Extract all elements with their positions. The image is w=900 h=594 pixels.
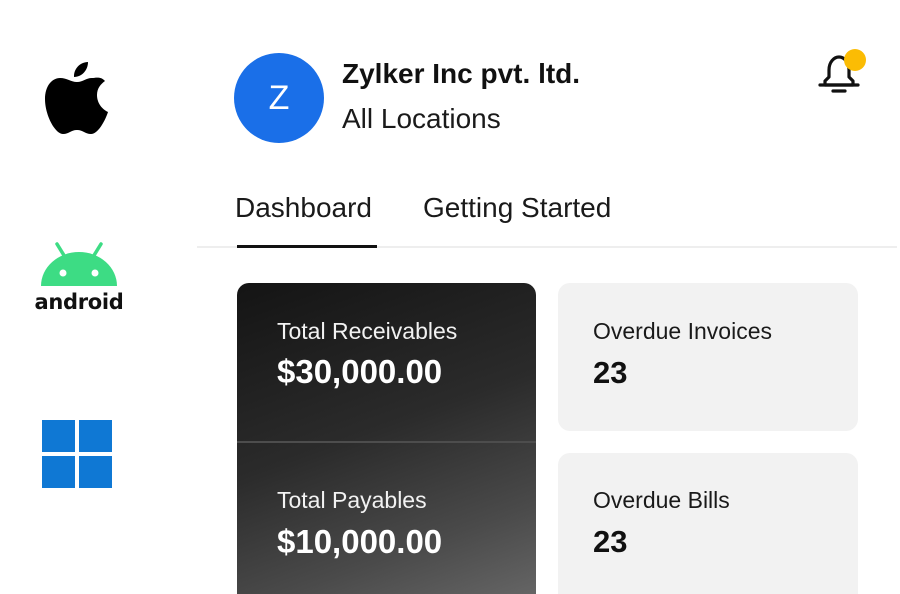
notification-button[interactable] xyxy=(814,48,868,102)
receivables-payables-card[interactable]: Total Receivables $30,000.00 Total Payab… xyxy=(237,283,536,594)
total-receivables-label: Total Receivables xyxy=(277,318,458,344)
tab-bar: Dashboard Getting Started xyxy=(197,190,897,248)
organization-avatar[interactable]: Z xyxy=(234,53,324,143)
notification-dot xyxy=(844,49,866,71)
overdue-invoices-label: Overdue Invoices xyxy=(593,318,772,344)
avatar-initial: Z xyxy=(268,78,290,117)
overdue-bills-card[interactable]: Overdue Bills 23 xyxy=(558,453,858,594)
overdue-bills-label: Overdue Bills xyxy=(593,487,730,513)
windows-icon xyxy=(42,420,112,488)
card-divider xyxy=(237,441,536,443)
app-screen: android Z Zylker Inc pvt. ltd. All Locat… xyxy=(0,0,900,594)
location-selector[interactable]: All Locations xyxy=(342,103,501,135)
overdue-invoices-value: 23 xyxy=(593,355,628,390)
bell-icon xyxy=(818,49,866,93)
android-logo: android xyxy=(34,240,124,314)
apple-icon xyxy=(44,58,110,136)
active-tab-indicator xyxy=(237,245,377,248)
android-label: android xyxy=(34,290,124,314)
total-payables-label: Total Payables xyxy=(277,487,427,513)
total-receivables-value: $30,000.00 xyxy=(277,353,443,390)
android-icon xyxy=(41,242,117,286)
overdue-bills-value: 23 xyxy=(593,524,628,559)
organization-name: Zylker Inc pvt. ltd. xyxy=(342,58,581,89)
overdue-invoices-card[interactable]: Overdue Invoices 23 xyxy=(558,283,858,431)
tab-getting-started[interactable]: Getting Started xyxy=(423,192,611,224)
tab-dashboard[interactable]: Dashboard xyxy=(235,192,372,224)
total-payables-value: $10,000.00 xyxy=(277,523,443,560)
